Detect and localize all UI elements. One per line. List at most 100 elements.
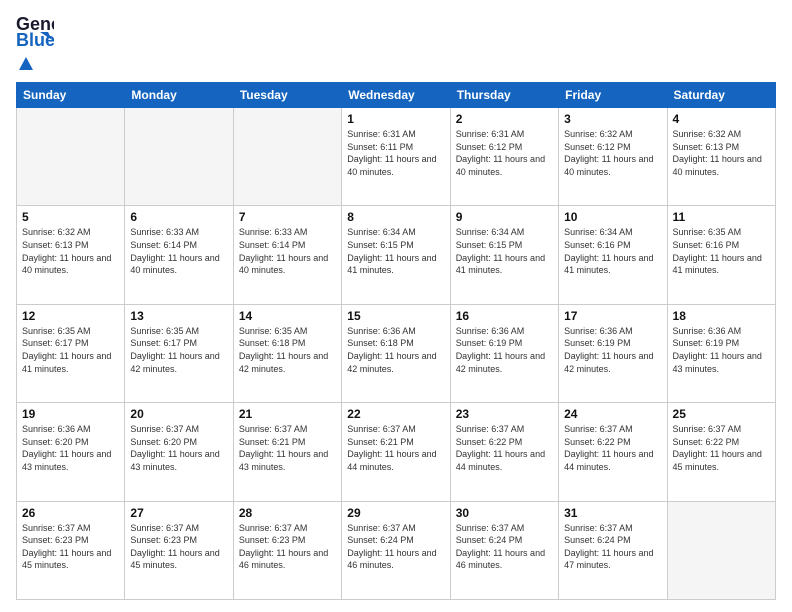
day-number: 12 bbox=[22, 309, 119, 323]
day-number: 25 bbox=[673, 407, 770, 421]
calendar-week-4: 19 Sunrise: 6:36 AM Sunset: 6:20 PM Dayli… bbox=[17, 403, 776, 501]
day-number: 5 bbox=[22, 210, 119, 224]
calendar-week-3: 12 Sunrise: 6:35 AM Sunset: 6:17 PM Dayli… bbox=[17, 304, 776, 402]
day-info: Sunrise: 6:34 AM Sunset: 6:15 PM Dayligh… bbox=[347, 226, 444, 276]
day-number: 31 bbox=[564, 506, 661, 520]
calendar-cell: 31 Sunrise: 6:37 AM Sunset: 6:24 PM Dayli… bbox=[559, 501, 667, 599]
day-number: 10 bbox=[564, 210, 661, 224]
day-info: Sunrise: 6:37 AM Sunset: 6:22 PM Dayligh… bbox=[673, 423, 770, 473]
day-number: 24 bbox=[564, 407, 661, 421]
page: General Blue SundayMondayTuesdayWednesda… bbox=[0, 0, 792, 612]
calendar-cell bbox=[17, 108, 125, 206]
day-number: 13 bbox=[130, 309, 227, 323]
calendar-cell: 15Sunrise: 6:36 AM Sunset: 6:18 PM Dayli… bbox=[342, 304, 450, 402]
day-number: 28 bbox=[239, 506, 336, 520]
day-info: Sunrise: 6:35 AM Sunset: 6:16 PM Dayligh… bbox=[673, 226, 770, 276]
day-info: Sunrise: 6:36 AM Sunset: 6:18 PM Dayligh… bbox=[347, 325, 444, 375]
weekday-header-tuesday: Tuesday bbox=[233, 83, 341, 108]
day-info: Sunrise: 6:32 AM Sunset: 6:13 PM Dayligh… bbox=[22, 226, 119, 276]
logo-triangle-icon bbox=[19, 57, 33, 70]
day-info: Sunrise: 6:37 AM Sunset: 6:21 PM Dayligh… bbox=[239, 423, 336, 473]
day-number: 4 bbox=[673, 112, 770, 126]
day-info: Sunrise: 6:32 AM Sunset: 6:12 PM Dayligh… bbox=[564, 128, 661, 178]
day-info: Sunrise: 6:32 AM Sunset: 6:13 PM Dayligh… bbox=[673, 128, 770, 178]
day-number: 21 bbox=[239, 407, 336, 421]
calendar-cell bbox=[125, 108, 233, 206]
calendar-week-1: 1 Sunrise: 6:31 AM Sunset: 6:11 PM Daylig… bbox=[17, 108, 776, 206]
day-info: Sunrise: 6:36 AM Sunset: 6:19 PM Dayligh… bbox=[673, 325, 770, 375]
day-info: Sunrise: 6:37 AM Sunset: 6:24 PM Dayligh… bbox=[347, 522, 444, 572]
header: General Blue bbox=[16, 12, 776, 74]
day-number: 26 bbox=[22, 506, 119, 520]
weekday-header-row: SundayMondayTuesdayWednesdayThursdayFrid… bbox=[17, 83, 776, 108]
calendar-cell: 7 Sunrise: 6:33 AM Sunset: 6:14 PM Daylig… bbox=[233, 206, 341, 304]
day-info: Sunrise: 6:34 AM Sunset: 6:15 PM Dayligh… bbox=[456, 226, 553, 276]
day-info: Sunrise: 6:37 AM Sunset: 6:23 PM Dayligh… bbox=[130, 522, 227, 572]
calendar-cell: 26 Sunrise: 6:37 AM Sunset: 6:23 PM Dayli… bbox=[17, 501, 125, 599]
day-info: Sunrise: 6:37 AM Sunset: 6:24 PM Dayligh… bbox=[564, 522, 661, 572]
calendar-cell: 27 Sunrise: 6:37 AM Sunset: 6:23 PM Dayli… bbox=[125, 501, 233, 599]
calendar-cell: 25 Sunrise: 6:37 AM Sunset: 6:22 PM Dayli… bbox=[667, 403, 775, 501]
day-number: 19 bbox=[22, 407, 119, 421]
day-number: 17 bbox=[564, 309, 661, 323]
calendar-cell bbox=[667, 501, 775, 599]
calendar-cell: 6Sunrise: 6:33 AM Sunset: 6:14 PM Daylig… bbox=[125, 206, 233, 304]
day-number: 14 bbox=[239, 309, 336, 323]
day-info: Sunrise: 6:35 AM Sunset: 6:17 PM Dayligh… bbox=[22, 325, 119, 375]
day-info: Sunrise: 6:36 AM Sunset: 6:20 PM Dayligh… bbox=[22, 423, 119, 473]
weekday-header-sunday: Sunday bbox=[17, 83, 125, 108]
day-number: 8 bbox=[347, 210, 444, 224]
day-number: 29 bbox=[347, 506, 444, 520]
day-number: 1 bbox=[347, 112, 444, 126]
calendar-cell: 23 Sunrise: 6:37 AM Sunset: 6:22 PM Dayli… bbox=[450, 403, 558, 501]
calendar-cell: 20Sunrise: 6:37 AM Sunset: 6:20 PM Dayli… bbox=[125, 403, 233, 501]
day-number: 2 bbox=[456, 112, 553, 126]
day-info: Sunrise: 6:37 AM Sunset: 6:23 PM Dayligh… bbox=[22, 522, 119, 572]
day-info: Sunrise: 6:33 AM Sunset: 6:14 PM Dayligh… bbox=[239, 226, 336, 276]
calendar-cell: 11 Sunrise: 6:35 AM Sunset: 6:16 PM Dayli… bbox=[667, 206, 775, 304]
day-number: 9 bbox=[456, 210, 553, 224]
day-info: Sunrise: 6:34 AM Sunset: 6:16 PM Dayligh… bbox=[564, 226, 661, 276]
day-info: Sunrise: 6:37 AM Sunset: 6:23 PM Dayligh… bbox=[239, 522, 336, 572]
day-info: Sunrise: 6:31 AM Sunset: 6:11 PM Dayligh… bbox=[347, 128, 444, 178]
calendar-cell: 18 Sunrise: 6:36 AM Sunset: 6:19 PM Dayli… bbox=[667, 304, 775, 402]
day-info: Sunrise: 6:37 AM Sunset: 6:20 PM Dayligh… bbox=[130, 423, 227, 473]
weekday-header-wednesday: Wednesday bbox=[342, 83, 450, 108]
calendar-cell: 3 Sunrise: 6:32 AM Sunset: 6:12 PM Daylig… bbox=[559, 108, 667, 206]
calendar-cell: 21 Sunrise: 6:37 AM Sunset: 6:21 PM Dayli… bbox=[233, 403, 341, 501]
calendar-cell: 29 Sunrise: 6:37 AM Sunset: 6:24 PM Dayli… bbox=[342, 501, 450, 599]
day-info: Sunrise: 6:37 AM Sunset: 6:21 PM Dayligh… bbox=[347, 423, 444, 473]
calendar-cell: 1 Sunrise: 6:31 AM Sunset: 6:11 PM Daylig… bbox=[342, 108, 450, 206]
day-info: Sunrise: 6:36 AM Sunset: 6:19 PM Dayligh… bbox=[564, 325, 661, 375]
day-info: Sunrise: 6:35 AM Sunset: 6:17 PM Dayligh… bbox=[130, 325, 227, 375]
calendar-cell: 16Sunrise: 6:36 AM Sunset: 6:19 PM Dayli… bbox=[450, 304, 558, 402]
day-number: 3 bbox=[564, 112, 661, 126]
calendar-cell: 5 Sunrise: 6:32 AM Sunset: 6:13 PM Daylig… bbox=[17, 206, 125, 304]
calendar-cell: 30Sunrise: 6:37 AM Sunset: 6:24 PM Dayli… bbox=[450, 501, 558, 599]
calendar-cell: 22Sunrise: 6:37 AM Sunset: 6:21 PM Dayli… bbox=[342, 403, 450, 501]
day-number: 11 bbox=[673, 210, 770, 224]
calendar-cell: 19 Sunrise: 6:36 AM Sunset: 6:20 PM Dayli… bbox=[17, 403, 125, 501]
day-info: Sunrise: 6:37 AM Sunset: 6:22 PM Dayligh… bbox=[564, 423, 661, 473]
day-number: 23 bbox=[456, 407, 553, 421]
svg-text:Blue: Blue bbox=[16, 30, 54, 50]
day-info: Sunrise: 6:35 AM Sunset: 6:18 PM Dayligh… bbox=[239, 325, 336, 375]
calendar-cell: 4 Sunrise: 6:32 AM Sunset: 6:13 PM Daylig… bbox=[667, 108, 775, 206]
calendar-cell: 24 Sunrise: 6:37 AM Sunset: 6:22 PM Dayli… bbox=[559, 403, 667, 501]
day-info: Sunrise: 6:37 AM Sunset: 6:22 PM Dayligh… bbox=[456, 423, 553, 473]
day-number: 16 bbox=[456, 309, 553, 323]
calendar-cell: 13 Sunrise: 6:35 AM Sunset: 6:17 PM Dayli… bbox=[125, 304, 233, 402]
calendar-cell: 28 Sunrise: 6:37 AM Sunset: 6:23 PM Dayli… bbox=[233, 501, 341, 599]
logo: General Blue bbox=[16, 12, 54, 74]
calendar-cell bbox=[233, 108, 341, 206]
day-info: Sunrise: 6:33 AM Sunset: 6:14 PM Dayligh… bbox=[130, 226, 227, 276]
day-number: 27 bbox=[130, 506, 227, 520]
calendar-cell: 12 Sunrise: 6:35 AM Sunset: 6:17 PM Dayli… bbox=[17, 304, 125, 402]
day-number: 18 bbox=[673, 309, 770, 323]
calendar-week-5: 26 Sunrise: 6:37 AM Sunset: 6:23 PM Dayli… bbox=[17, 501, 776, 599]
day-number: 7 bbox=[239, 210, 336, 224]
weekday-header-monday: Monday bbox=[125, 83, 233, 108]
calendar-cell: 2Sunrise: 6:31 AM Sunset: 6:12 PM Daylig… bbox=[450, 108, 558, 206]
calendar-cell: 10 Sunrise: 6:34 AM Sunset: 6:16 PM Dayli… bbox=[559, 206, 667, 304]
weekday-header-friday: Friday bbox=[559, 83, 667, 108]
